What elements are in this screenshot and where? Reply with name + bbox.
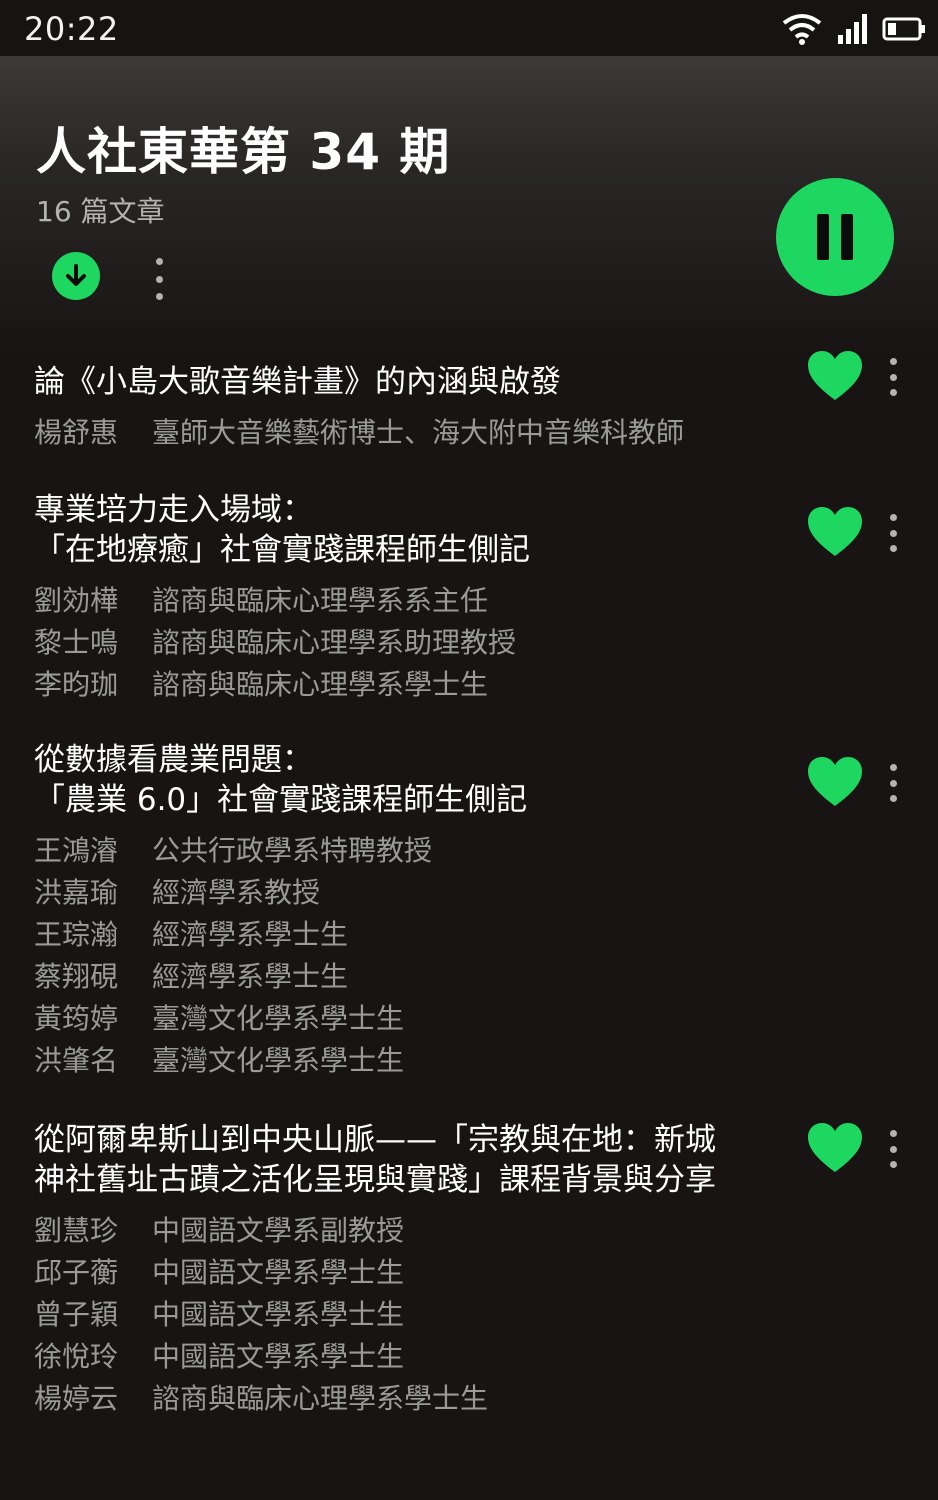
article-more-button[interactable]: [882, 764, 904, 802]
author-role: 中國語文學系學士生: [152, 1298, 405, 1331]
heart-icon[interactable]: [806, 350, 864, 402]
author-line: 蔡翔硯 經濟學系學士生: [34, 956, 774, 998]
article-title: 專業培力走入場域： 「在地療癒」社會實踐課程師生側記: [34, 492, 530, 568]
author-line: 楊婷云 諮商與臨床心理學系學士生: [34, 1378, 774, 1420]
more-vertical-icon: [889, 764, 897, 771]
author-role: 經濟學系教授: [152, 876, 321, 909]
article-more-button[interactable]: [882, 358, 904, 396]
author-name: 徐悅玲: [34, 1340, 119, 1373]
author-role: 臺灣文化學系學士生: [152, 1044, 405, 1077]
author-line: 曾子穎 中國語文學系學士生: [34, 1294, 774, 1336]
article-item[interactable]: 論《小島大歌音樂計畫》的內涵與啟發 楊舒惠 臺師大音樂藝術博士、海大附中音樂科教師: [34, 362, 774, 454]
author-line: 楊舒惠 臺師大音樂藝術博士、海大附中音樂科教師: [34, 412, 774, 454]
signal-icon: [838, 14, 867, 44]
dot: [889, 1161, 897, 1168]
status-bar: 20:22: [0, 0, 938, 56]
heart-icon[interactable]: [806, 756, 864, 808]
dot: [889, 779, 897, 787]
author-line: 劉慧珍 中國語文學系副教授: [34, 1210, 774, 1252]
article-item[interactable]: 專業培力走入場域： 「在地療癒」社會實踐課程師生側記劉効樺 諮商與臨床心理學系系主…: [34, 490, 774, 706]
wifi-icon: [782, 14, 822, 45]
article-title: 論《小島大歌音樂計畫》的內涵與啟發: [34, 364, 561, 400]
author-role: 中國語文學系學士生: [152, 1340, 405, 1373]
author-role: 諮商與臨床心理學系系主任: [152, 584, 489, 617]
article-title: 從數據看農業問題： 「農業 6.0」社會實踐課程師生側記: [34, 742, 528, 818]
author-line: 洪肇名 臺灣文化學系學士生: [34, 1040, 774, 1082]
pause-button[interactable]: [776, 178, 894, 296]
battery-icon: [882, 17, 925, 41]
author-line: 邱子蘅 中國語文學系學士生: [34, 1252, 774, 1294]
more-vertical-icon: [889, 514, 897, 521]
author-line: 洪嘉瑜 經濟學系教授: [34, 872, 774, 914]
more-vertical-icon: [889, 358, 897, 365]
more-options-button[interactable]: [148, 258, 170, 300]
status-icons: [782, 12, 926, 46]
article-item[interactable]: 從阿爾卑斯山到中央山脈——「宗教與在地：新城 神社舊址古蹟之活化呈現與實踐」課程…: [34, 1120, 774, 1420]
author-line: 王琮瀚 經濟學系學士生: [34, 914, 774, 956]
heart-icon[interactable]: [806, 506, 864, 558]
heart-icon[interactable]: [806, 1122, 864, 1174]
author-line: 李昀珈 諮商與臨床心理學系學士生: [34, 664, 774, 706]
author-role: 公共行政學系特聘教授: [152, 834, 433, 867]
author-role: 諮商與臨床心理學系助理教授: [152, 626, 517, 659]
dot: [889, 545, 897, 552]
page-title: 人社東華第 34 期: [36, 123, 451, 181]
author-name: 王琮瀚: [34, 918, 119, 951]
author-name: 蔡翔硯: [34, 960, 119, 993]
download-icon: [66, 264, 86, 286]
author-name: 王鴻濬: [34, 834, 119, 867]
author-name: 劉慧珍: [34, 1214, 119, 1247]
more-vertical-icon: [155, 258, 163, 265]
dot: [889, 1145, 897, 1153]
article-item[interactable]: 從數據看農業問題： 「農業 6.0」社會實踐課程師生側記王鴻濬 公共行政學系特聘教…: [34, 740, 774, 1082]
author-role: 諮商與臨床心理學系學士生: [152, 1382, 489, 1415]
status-time: 20:22: [24, 10, 119, 48]
article-count: 16 篇文章: [36, 195, 165, 228]
pause-icon: [817, 214, 829, 260]
author-name: 黃筠婷: [34, 1002, 119, 1035]
author-role: 經濟學系學士生: [152, 960, 349, 993]
author-role: 諮商與臨床心理學系學士生: [152, 668, 489, 701]
article-more-button[interactable]: [882, 1130, 904, 1168]
dot: [889, 389, 897, 396]
author-name: 劉効樺: [34, 584, 119, 617]
download-button[interactable]: [52, 252, 100, 300]
article-more-button[interactable]: [882, 514, 904, 552]
author-line: 黃筠婷 臺灣文化學系學士生: [34, 998, 774, 1040]
author-name: 邱子蘅: [34, 1256, 119, 1289]
author-name: 李昀珈: [34, 668, 119, 701]
author-role: 臺師大音樂藝術博士、海大附中音樂科教師: [152, 416, 685, 449]
dot: [889, 529, 897, 537]
author-line: 徐悅玲 中國語文學系學士生: [34, 1336, 774, 1378]
author-role: 中國語文學系學士生: [152, 1256, 405, 1289]
author-name: 洪嘉瑜: [34, 876, 119, 909]
more-vertical-icon: [889, 1130, 897, 1137]
author-name: 楊舒惠: [34, 416, 119, 449]
dot: [889, 373, 897, 381]
author-line: 劉効樺 諮商與臨床心理學系系主任: [34, 580, 774, 622]
author-role: 中國語文學系副教授: [152, 1214, 405, 1247]
author-line: 王鴻濬 公共行政學系特聘教授: [34, 830, 774, 872]
author-name: 楊婷云: [34, 1382, 119, 1415]
article-title: 從阿爾卑斯山到中央山脈——「宗教與在地：新城 神社舊址古蹟之活化呈現與實踐」課程…: [34, 1122, 716, 1198]
author-role: 經濟學系學士生: [152, 918, 349, 951]
author-name: 曾子穎: [34, 1298, 119, 1331]
author-role: 臺灣文化學系學士生: [152, 1002, 405, 1035]
dot: [889, 795, 897, 802]
author-name: 洪肇名: [34, 1044, 119, 1077]
author-line: 黎士鳴 諮商與臨床心理學系助理教授: [34, 622, 774, 664]
author-name: 黎士鳴: [34, 626, 119, 659]
